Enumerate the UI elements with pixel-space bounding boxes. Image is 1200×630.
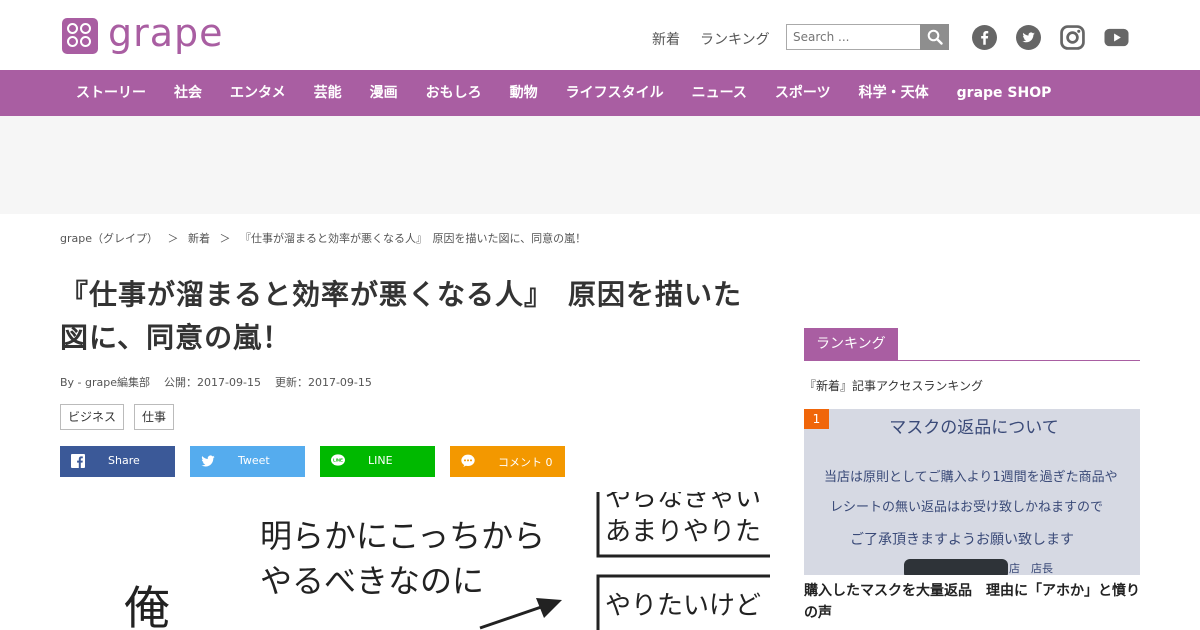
nav-item-animals[interactable]: 動物 (496, 70, 552, 116)
nav-item-funny[interactable]: おもしろ (412, 70, 496, 116)
twitter-share-label: Tweet (238, 454, 270, 467)
main-nav: ストーリー 社会 エンタメ 芸能 漫画 おもしろ 動物 ライフスタイル ニュース… (0, 70, 1200, 116)
article-meta: By - grape編集部 公開：2017-09-15 更新：2017-09-1… (60, 374, 372, 390)
nav-item-manga[interactable]: 漫画 (356, 70, 412, 116)
breadcrumb-separator: ＞ (219, 232, 231, 245)
tag-work[interactable]: 仕事 (134, 404, 175, 430)
twitter-icon[interactable] (1016, 25, 1041, 50)
nav-item-sports[interactable]: スポーツ (761, 70, 845, 116)
article-image-illustration: 明らかにこっちから やるべきなのに 俺 やらなきゃい あまりやりた やりたいけど (124, 492, 770, 630)
twitter-share-button[interactable]: Tweet (190, 446, 305, 477)
breadcrumb-home[interactable]: grape（グレイプ） (60, 232, 158, 245)
image-text-box1-line2: あまりやりた (605, 517, 761, 547)
search-button[interactable] (920, 24, 949, 50)
ranking-header: ランキング (804, 328, 1140, 361)
breadcrumb-current: 『仕事が溜まると効率が悪くなる人』 原因を描いた図に、同意の嵐！ (240, 232, 587, 245)
ranking-item-title[interactable]: 購入したマスクを大量返品 理由に「アホか」と憤りの声 (804, 580, 1144, 624)
nav-item-science[interactable]: 科学・天体 (845, 70, 943, 116)
mask-notice-photo: マスクの返品について 当店は原則としてご購入より1週間を過ぎた商品や レシートの… (804, 409, 1140, 575)
nav-item-celebrity[interactable]: 芸能 (300, 70, 356, 116)
breadcrumb-section[interactable]: 新着 (188, 232, 210, 245)
facebook-share-label: Share (108, 454, 140, 467)
image-text-main-line1: 明らかにこっちから (260, 517, 545, 555)
image-text-left-char: 俺 (124, 581, 170, 630)
search-icon (927, 29, 943, 45)
ranking-tab[interactable]: ランキング (804, 328, 898, 360)
top-link-ranking[interactable]: ランキング (700, 29, 770, 49)
top-links: 新着 ランキング (652, 29, 770, 49)
article-published: 公開：2017-09-15 (164, 376, 261, 389)
logo-text: grape (108, 11, 224, 55)
article-updated: 更新：2017-09-15 (274, 376, 372, 389)
top-link-new[interactable]: 新着 (652, 29, 680, 49)
facebook-icon (71, 454, 85, 468)
notice-sign: 店 店長 (1009, 561, 1053, 575)
facebook-share-button[interactable]: Share (60, 446, 175, 477)
comment-icon (461, 454, 475, 467)
image-text-box2-line1: やりたいけど (605, 591, 761, 621)
facebook-icon[interactable] (972, 25, 997, 50)
search-box (786, 24, 949, 50)
breadcrumb-separator: ＞ (167, 232, 179, 245)
search-input[interactable] (786, 24, 920, 50)
nav-item-society[interactable]: 社会 (160, 70, 216, 116)
nav-item-entertainment[interactable]: エンタメ (216, 70, 300, 116)
image-text-box1-line1: やらなきゃい (605, 492, 761, 513)
line-share-button[interactable]: LINE LINE (320, 446, 435, 477)
comment-button[interactable]: コメント 0 (450, 446, 565, 477)
ad-space (0, 116, 1200, 214)
notice-heading: マスクの返品について (889, 418, 1059, 438)
nav-item-lifestyle[interactable]: ライフスタイル (552, 70, 678, 116)
ranking-item-image[interactable]: マスクの返品について 当店は原則としてご購入より1週間を過ぎた商品や レシートの… (804, 409, 1140, 575)
nav-item-news[interactable]: ニュース (678, 70, 761, 116)
svg-text:LINE: LINE (333, 458, 343, 463)
site-logo[interactable]: grape (62, 11, 224, 55)
ranking-subtitle: 『新着』記事アクセスランキング (804, 379, 984, 393)
image-text-main-line2: やるべきなのに (260, 562, 484, 600)
notice-line2: レシートの無い返品はお受け致しかねますので (830, 500, 1103, 515)
article-author: By - grape編集部 (60, 376, 151, 389)
breadcrumb: grape（グレイプ） ＞ 新着 ＞ 『仕事が溜まると効率が悪くなる人』 原因を… (60, 230, 592, 246)
youtube-icon[interactable] (1104, 25, 1129, 50)
tag-business[interactable]: ビジネス (60, 404, 125, 430)
nav-item-shop[interactable]: grape SHOP (943, 70, 1066, 116)
article-tags: ビジネス 仕事 (60, 404, 175, 430)
notice-line3: ご了承頂きますようお願い致します (850, 532, 1074, 548)
instagram-icon[interactable] (1060, 25, 1085, 50)
twitter-icon (201, 455, 215, 467)
grape-logo-icon (62, 18, 98, 54)
article-title: 『仕事が溜まると効率が悪くなる人』 原因を描いた図に、同意の嵐！ (60, 278, 743, 354)
share-buttons: Share Tweet LINE LINE コメント 0 (60, 446, 565, 477)
comment-count-label: コメント 0 (498, 456, 553, 469)
nav-item-story[interactable]: ストーリー (62, 70, 160, 116)
notice-line1: 当店は原則としてご購入より1週間を過ぎた商品や (824, 469, 1118, 485)
article-image: 明らかにこっちから やるべきなのに 俺 やらなきゃい あまりやりた やりたいけど (60, 492, 770, 630)
rank-number-badge: 1 (804, 409, 829, 429)
line-share-label: LINE (368, 454, 393, 467)
site-header: grape 新着 ランキング (0, 0, 1200, 70)
line-icon: LINE (331, 454, 345, 466)
